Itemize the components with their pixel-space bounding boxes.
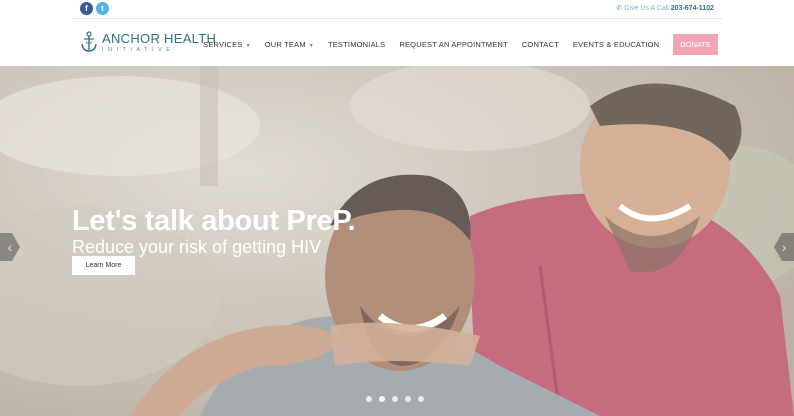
- nav-request-appointment-label: REQUEST AN APPOINTMENT: [399, 40, 508, 49]
- nav-our-team-label: OUR TEAM: [264, 40, 306, 49]
- nav-testimonials[interactable]: TESTIMONIALS: [328, 40, 385, 49]
- nav-services[interactable]: SERVICES ▼: [203, 40, 251, 49]
- facebook-icon[interactable]: f: [80, 2, 93, 15]
- top-bar: f t ✆ Give Us A Call 203-674-1102: [0, 0, 794, 19]
- phone-number[interactable]: 203-674-1102: [671, 5, 714, 12]
- anchor-logo-icon: [81, 31, 97, 52]
- nav-events-education-label: EVENTS & EDUCATION: [572, 40, 660, 49]
- slider-dot[interactable]: [379, 396, 385, 402]
- slider-dot[interactable]: [418, 396, 424, 402]
- nav-events-education[interactable]: EVENTS & EDUCATION: [573, 40, 659, 49]
- nav-request-appointment[interactable]: REQUEST AN APPOINTMENT: [399, 40, 507, 49]
- hero-slider: Let's talk about PreP. Reduce your risk …: [0, 66, 794, 416]
- call-label: Give Us A Call: [624, 5, 669, 12]
- slider-dots: [366, 396, 424, 402]
- slider-dot[interactable]: [366, 396, 372, 402]
- nav-contact-label: CONTACT: [521, 40, 559, 49]
- nav-our-team[interactable]: OUR TEAM ▼: [265, 40, 314, 49]
- donate-button[interactable]: DONATE: [673, 34, 718, 55]
- nav-contact[interactable]: CONTACT: [522, 40, 559, 49]
- slider-dot[interactable]: [392, 396, 398, 402]
- learn-more-button[interactable]: Learn More: [72, 256, 135, 275]
- twitter-icon[interactable]: t: [96, 2, 109, 15]
- social-links: f t: [80, 2, 109, 15]
- hero-title: Let's talk about PreP.: [72, 205, 356, 237]
- hero-subtitle: Reduce your risk of getting HIV: [72, 237, 322, 257]
- phone-icon: ✆: [616, 5, 623, 12]
- main-nav: SERVICES ▼ OUR TEAM ▼ TESTIMONIALS REQUE…: [189, 34, 718, 55]
- site-header: ANCHOR HEALTH INITIATIVE SERVICES ▼ OUR …: [0, 19, 794, 66]
- chevron-down-icon: ▼: [245, 43, 251, 49]
- slider-dot[interactable]: [405, 396, 411, 402]
- chevron-down-icon: ▼: [308, 43, 314, 49]
- nav-services-label: SERVICES: [203, 40, 243, 49]
- nav-testimonials-label: TESTIMONIALS: [327, 40, 386, 49]
- call-us: ✆ Give Us A Call 203-674-1102: [616, 4, 714, 12]
